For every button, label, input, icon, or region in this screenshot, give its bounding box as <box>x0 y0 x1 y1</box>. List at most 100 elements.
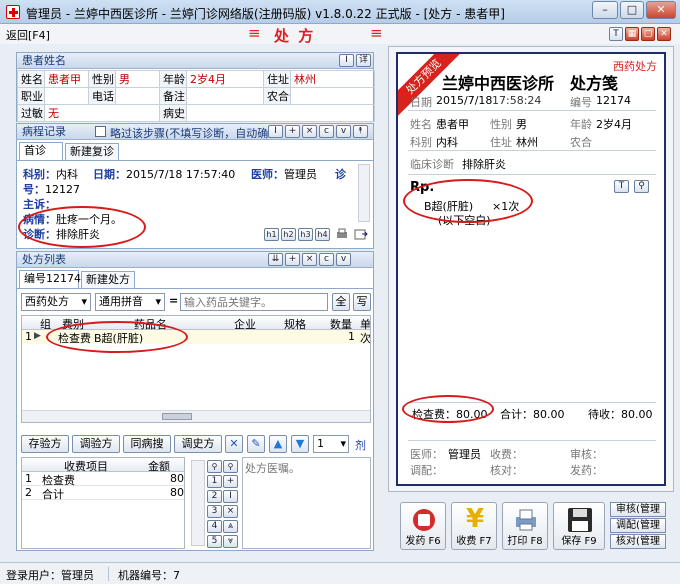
record-add-button[interactable]: + <box>285 125 300 138</box>
phone-field[interactable] <box>115 87 160 105</box>
num-button-2[interactable]: 2 <box>207 490 222 503</box>
same-disease-search-button[interactable]: 同病搜 <box>123 435 171 453</box>
table-row[interactable]: 1 检查费 80 <box>22 472 184 487</box>
advice-textarea[interactable] <box>242 457 371 549</box>
skip-checkbox[interactable] <box>95 126 106 137</box>
h1-button[interactable]: h1 <box>264 228 279 241</box>
record-copy-button[interactable]: c <box>319 125 334 138</box>
rx-merge-button[interactable]: ⇊ <box>268 253 283 266</box>
dispense-label: 发药 F6 <box>405 536 441 547</box>
op-add-button[interactable]: + <box>223 475 238 488</box>
rx-copy-button[interactable]: c <box>319 253 334 266</box>
h3-button[interactable]: h3 <box>298 228 313 241</box>
clear-icon[interactable]: ✕ <box>225 435 243 453</box>
close-button[interactable]: ✕ <box>646 1 676 19</box>
paper-divider <box>408 110 656 111</box>
tab-new-revisit[interactable]: 新建复诊 <box>65 143 119 160</box>
op-b-icon[interactable]: ⚲ <box>223 460 238 473</box>
input-method-select[interactable]: 通用拼音 ▾ <box>95 293 165 311</box>
print-icon[interactable] <box>335 228 349 241</box>
yuan-icon: ¥ <box>465 504 485 534</box>
export-icon[interactable] <box>354 228 368 241</box>
edit-icon[interactable]: ✎ <box>247 435 265 453</box>
doctor-label: 医师： <box>251 168 284 181</box>
paper-font-icon[interactable]: T <box>614 180 629 193</box>
paper-time: 17:58:24 <box>492 94 542 107</box>
maximize-button[interactable]: □ <box>620 1 644 19</box>
num-button-4[interactable]: 4 <box>207 520 222 533</box>
op-delete-button[interactable]: × <box>223 505 238 518</box>
paper-charge-label: 收费： <box>490 448 523 461</box>
patient-info-button[interactable]: I <box>339 54 354 67</box>
dose-count-select[interactable]: 1 ▾ <box>313 435 349 453</box>
address-field[interactable]: 林州 <box>290 70 375 88</box>
tab-new-rx[interactable]: 新建处方 <box>81 271 135 288</box>
job-field[interactable] <box>44 87 89 105</box>
num-button-1[interactable]: 1 <box>207 475 222 488</box>
grid-icon[interactable]: ▦ <box>625 27 639 41</box>
op-info-button[interactable]: I <box>223 490 238 503</box>
paper-date-label: 日期 <box>410 96 432 109</box>
all-button[interactable]: 全 <box>332 293 350 311</box>
record-paste-button[interactable]: v <box>336 125 351 138</box>
rx-type-select[interactable]: 西药处方 ▾ <box>21 293 91 311</box>
save-tested-rx-button[interactable]: 存验方 <box>21 435 69 453</box>
patient-detail-button[interactable]: 详 <box>356 54 371 67</box>
back-button[interactable]: 返回[F4] <box>6 27 50 43</box>
allergy-field[interactable]: 无 <box>44 104 160 122</box>
record-delete-button[interactable]: × <box>302 125 317 138</box>
hscroll-thumb[interactable] <box>162 413 192 420</box>
op-down-button[interactable]: ⩔ <box>223 535 238 548</box>
num-button-5[interactable]: 5 <box>207 535 222 548</box>
paper-no-label: 编号 <box>570 96 592 109</box>
nongcard-field[interactable] <box>290 87 375 105</box>
age-field[interactable]: 2岁4月 <box>186 70 264 88</box>
paper-divider <box>408 174 656 175</box>
table-row[interactable]: 2 合计 80 <box>22 486 184 501</box>
font-icon[interactable]: T <box>609 27 623 41</box>
dispense-check-button[interactable]: 调配(管理 <box>610 518 666 533</box>
move-up-icon[interactable]: ▲ <box>269 435 287 453</box>
verify-button[interactable]: 核对(管理 <box>610 534 666 549</box>
dispense-button[interactable]: 发药 F6 <box>400 502 446 550</box>
num-button-3[interactable]: 3 <box>207 505 222 518</box>
nongcard-label: 农合号 <box>263 87 291 105</box>
row-unit: 次 <box>360 332 371 345</box>
date-value: 2015/7/18 17:57:40 <box>126 168 236 181</box>
close-panel-icon[interactable]: ✕ <box>657 27 671 41</box>
fee-scrollbar[interactable] <box>191 460 205 546</box>
tab-first-visit[interactable]: 首诊 <box>19 142 63 160</box>
h4-button[interactable]: h4 <box>315 228 330 241</box>
load-tested-rx-button[interactable]: 调验方 <box>72 435 120 453</box>
rx-list-panel: 处方列表 ⇊ + × c v 编号12174 新建处方 西药处方 ▾ 通用拼音 ▾ … <box>16 251 374 551</box>
record-scrollbar[interactable] <box>358 164 370 222</box>
rx-add-button[interactable]: + <box>285 253 300 266</box>
tab-rx-12174[interactable]: 编号12174 <box>19 270 81 288</box>
h2-button[interactable]: h2 <box>281 228 296 241</box>
gender-field[interactable]: 男 <box>115 70 160 88</box>
title-decoration-left: ≡ <box>248 24 261 42</box>
rx-delete-button[interactable]: × <box>302 253 317 266</box>
minimize-button[interactable]: – <box>592 1 618 19</box>
paper-gender-label: 性别 <box>490 118 512 131</box>
history-field[interactable] <box>186 104 375 122</box>
rx-paste-button[interactable]: v <box>336 253 351 266</box>
fee-table: 收费项目 金额 1 检查费 80 2 合计 80 <box>21 457 185 549</box>
record-upload-button[interactable]: ⯭ <box>353 125 368 138</box>
print-button[interactable]: 打印 F8 <box>502 502 548 550</box>
drug-table-hscroll[interactable] <box>22 410 370 422</box>
note-field[interactable] <box>186 87 264 105</box>
drug-search-input[interactable] <box>180 293 328 311</box>
op-up-button[interactable]: ⩓ <box>223 520 238 533</box>
charge-button[interactable]: ¥ 收费 F7 <box>451 502 497 550</box>
name-field[interactable]: 患者甲 <box>44 70 89 88</box>
load-history-rx-button[interactable]: 调史方 <box>174 435 222 453</box>
window-icon[interactable]: ▢ <box>641 27 655 41</box>
write-button[interactable]: 写 <box>353 293 371 311</box>
op-a-icon[interactable]: ⚲ <box>207 460 222 473</box>
audit-button[interactable]: 审核(管理 <box>610 502 666 517</box>
move-down-icon[interactable]: ▼ <box>291 435 309 453</box>
paper-tool-icon[interactable]: ⚲ <box>634 180 649 193</box>
save-button[interactable]: 保存 F9 <box>553 502 605 550</box>
record-info-button[interactable]: I <box>268 125 283 138</box>
